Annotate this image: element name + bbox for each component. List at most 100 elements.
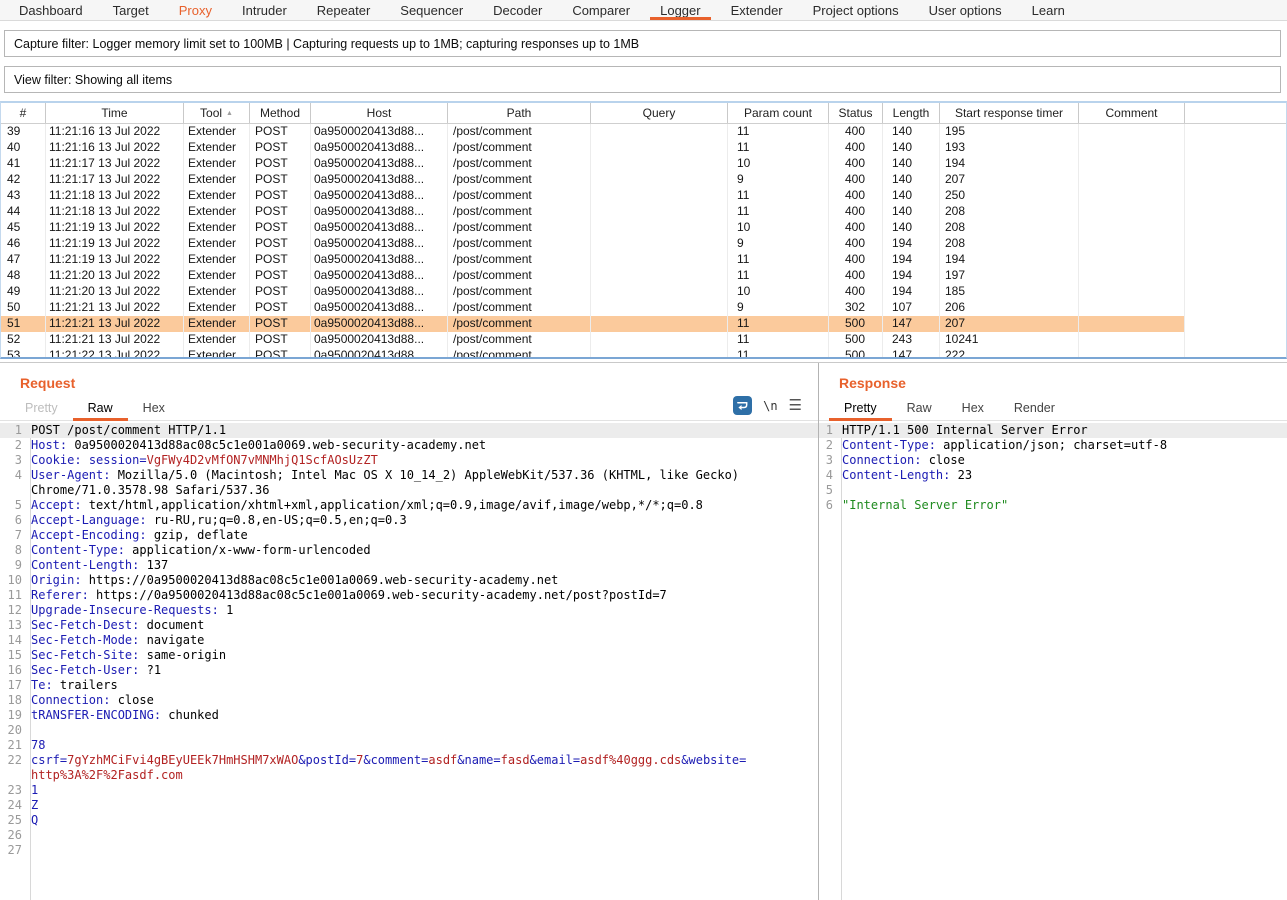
column-header-status[interactable]: Status bbox=[829, 103, 883, 123]
table-row[interactable]: 4411:21:18 13 Jul 2022ExtenderPOST0a9500… bbox=[1, 204, 1185, 220]
cell-path: /post/comment bbox=[448, 140, 591, 156]
table-row[interactable]: 4011:21:16 13 Jul 2022ExtenderPOST0a9500… bbox=[1, 140, 1185, 156]
table-row[interactable]: 4311:21:18 13 Jul 2022ExtenderPOST0a9500… bbox=[1, 188, 1185, 204]
table-row[interactable]: 4211:21:17 13 Jul 2022ExtenderPOST0a9500… bbox=[1, 172, 1185, 188]
cell-tool: Extender bbox=[184, 204, 250, 220]
cell-comment bbox=[1079, 236, 1185, 252]
line-content: Accept-Language: ru-RU,ru;q=0.8,en-US;q=… bbox=[27, 513, 818, 528]
cell-query bbox=[591, 268, 728, 284]
request-line: 11Referer: https://0a9500020413d88ac08c5… bbox=[0, 588, 818, 603]
response-tab-raw[interactable]: Raw bbox=[892, 397, 947, 421]
cell-query bbox=[591, 300, 728, 316]
cell-status: 500 bbox=[829, 316, 883, 332]
cell-id: 43 bbox=[1, 188, 46, 204]
response-tab-hex[interactable]: Hex bbox=[947, 397, 999, 421]
cell-path: /post/comment bbox=[448, 284, 591, 300]
top-tab-learn[interactable]: Learn bbox=[1017, 0, 1080, 20]
column-header-num[interactable]: # bbox=[1, 103, 46, 123]
top-tab-project-options[interactable]: Project options bbox=[798, 0, 914, 20]
request-editor[interactable]: 1POST /post/comment HTTP/1.12Host: 0a950… bbox=[0, 423, 818, 900]
top-tab-decoder[interactable]: Decoder bbox=[478, 0, 557, 20]
column-header-tool[interactable]: Tool▲ bbox=[184, 103, 250, 123]
response-tabs: PrettyRawHexRender bbox=[819, 395, 1287, 421]
table-row[interactable]: 3911:21:16 13 Jul 2022ExtenderPOST0a9500… bbox=[1, 124, 1185, 140]
table-row[interactable]: 4511:21:19 13 Jul 2022ExtenderPOST0a9500… bbox=[1, 220, 1185, 236]
top-tab-dashboard[interactable]: Dashboard bbox=[4, 0, 98, 20]
column-header-comment[interactable]: Comment bbox=[1079, 103, 1185, 123]
column-header-method[interactable]: Method bbox=[250, 103, 311, 123]
cell-method: POST bbox=[250, 284, 311, 300]
cell-path: /post/comment bbox=[448, 124, 591, 140]
cell-id: 46 bbox=[1, 236, 46, 252]
cell-host: 0a9500020413d88... bbox=[311, 332, 448, 348]
request-tab-pretty[interactable]: Pretty bbox=[10, 397, 73, 421]
cell-comment bbox=[1079, 332, 1185, 348]
response-line: 5 bbox=[819, 483, 1287, 498]
request-line: 231 bbox=[0, 783, 818, 798]
cell-id: 42 bbox=[1, 172, 46, 188]
line-content: Q bbox=[27, 813, 818, 828]
line-content: Host: 0a9500020413d88ac08c5c1e001a0069.w… bbox=[27, 438, 818, 453]
column-header-param-count[interactable]: Param count bbox=[728, 103, 829, 123]
column-header-path[interactable]: Path bbox=[448, 103, 591, 123]
table-row[interactable]: 5211:21:21 13 Jul 2022ExtenderPOST0a9500… bbox=[1, 332, 1185, 348]
response-editor[interactable]: 1HTTP/1.1 500 Internal Server Error2Cont… bbox=[819, 423, 1287, 900]
table-row[interactable]: 4111:21:17 13 Jul 2022ExtenderPOST0a9500… bbox=[1, 156, 1185, 172]
line-number: 6 bbox=[0, 513, 27, 528]
cell-method: POST bbox=[250, 332, 311, 348]
cell-comment bbox=[1079, 140, 1185, 156]
cell-param-count: 11 bbox=[728, 332, 829, 348]
cell-tool: Extender bbox=[184, 188, 250, 204]
table-row[interactable]: 4611:21:19 13 Jul 2022ExtenderPOST0a9500… bbox=[1, 236, 1185, 252]
table-body[interactable]: 3911:21:16 13 Jul 2022ExtenderPOST0a9500… bbox=[1, 124, 1286, 358]
cell-query bbox=[591, 204, 728, 220]
table-row[interactable]: 5011:21:21 13 Jul 2022ExtenderPOST0a9500… bbox=[1, 300, 1185, 316]
column-header-time[interactable]: Time bbox=[46, 103, 184, 123]
table-row[interactable]: 4911:21:20 13 Jul 2022ExtenderPOST0a9500… bbox=[1, 284, 1185, 300]
request-tab-raw[interactable]: Raw bbox=[73, 397, 128, 421]
line-number: 3 bbox=[819, 453, 838, 468]
table-row[interactable]: 5311:21:22 13 Jul 2022ExtenderPOST0a9500… bbox=[1, 348, 1185, 358]
column-header-query[interactable]: Query bbox=[591, 103, 728, 123]
cell-start-response-timer: 207 bbox=[940, 172, 1079, 188]
response-tab-render[interactable]: Render bbox=[999, 397, 1070, 421]
cell-path: /post/comment bbox=[448, 156, 591, 172]
cell-start-response-timer: 222 bbox=[940, 348, 1079, 358]
table-row-selected[interactable]: 5111:21:21 13 Jul 2022ExtenderPOST0a9500… bbox=[1, 316, 1185, 332]
table-row[interactable]: 4811:21:20 13 Jul 2022ExtenderPOST0a9500… bbox=[1, 268, 1185, 284]
cell-query bbox=[591, 284, 728, 300]
soft-wrap-toggle-button[interactable] bbox=[733, 396, 752, 415]
top-tab-intruder[interactable]: Intruder bbox=[227, 0, 302, 20]
top-tab-repeater[interactable]: Repeater bbox=[302, 0, 385, 20]
cell-tool: Extender bbox=[184, 172, 250, 188]
top-tab-proxy[interactable]: Proxy bbox=[164, 0, 227, 20]
cell-path: /post/comment bbox=[448, 268, 591, 284]
column-header-start-response-timer[interactable]: Start response timer bbox=[940, 103, 1079, 123]
view-filter-label: View filter: Showing all items bbox=[14, 73, 172, 87]
cell-param-count: 11 bbox=[728, 252, 829, 268]
request-line: 19tRANSFER-ENCODING: chunked bbox=[0, 708, 818, 723]
cell-start-response-timer: 194 bbox=[940, 252, 1079, 268]
capture-filter-bar[interactable]: Capture filter: Logger memory limit set … bbox=[4, 30, 1281, 57]
top-tab-extender[interactable]: Extender bbox=[716, 0, 798, 20]
table-row[interactable]: 4711:21:19 13 Jul 2022ExtenderPOST0a9500… bbox=[1, 252, 1185, 268]
cell-param-count: 11 bbox=[728, 124, 829, 140]
editor-menu-icon[interactable]: ☰ bbox=[789, 398, 802, 413]
line-number: 17 bbox=[0, 678, 27, 693]
column-header-host[interactable]: Host bbox=[311, 103, 448, 123]
response-tab-pretty[interactable]: Pretty bbox=[829, 397, 892, 421]
top-tab-user-options[interactable]: User options bbox=[914, 0, 1017, 20]
column-header-length[interactable]: Length bbox=[883, 103, 940, 123]
top-tab-logger[interactable]: Logger bbox=[645, 0, 715, 20]
cell-query bbox=[591, 188, 728, 204]
cell-time: 11:21:20 13 Jul 2022 bbox=[46, 268, 184, 284]
request-tab-hex[interactable]: Hex bbox=[128, 397, 180, 421]
view-filter-bar[interactable]: View filter: Showing all items bbox=[4, 66, 1281, 93]
top-tab-target[interactable]: Target bbox=[98, 0, 164, 20]
top-tab-sequencer[interactable]: Sequencer bbox=[385, 0, 478, 20]
newline-indicator[interactable]: \n bbox=[763, 399, 777, 413]
top-tab-comparer[interactable]: Comparer bbox=[557, 0, 645, 20]
cell-query bbox=[591, 172, 728, 188]
cell-status: 400 bbox=[829, 140, 883, 156]
cell-host: 0a9500020413d88... bbox=[311, 252, 448, 268]
